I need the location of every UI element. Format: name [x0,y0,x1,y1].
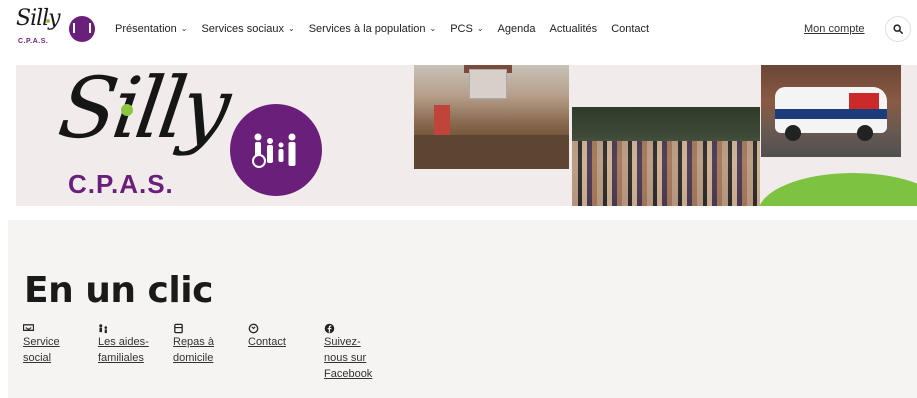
nav-item-label: PCS [450,23,473,35]
logo-subtitle: C.P.A.S. [18,38,49,45]
family-icon [99,324,108,334]
hero-banner: Silly C.P.A.S. [16,65,917,206]
nav-item-services-sociaux[interactable]: Services sociaux ⌄ [194,21,301,37]
nav-item-label: Agenda [497,23,536,35]
green-swoosh-decoration [758,173,917,206]
van-photo [761,65,901,157]
hero-subtitle: C.P.A.S. [68,169,174,199]
meal-icon [174,323,183,334]
logo-family-icon [69,16,95,42]
quick-link-service-social[interactable]: Service social [22,321,81,366]
group-photo [572,107,760,206]
search-button[interactable] [885,16,911,42]
nav-item-agenda[interactable]: Agenda [491,21,543,37]
chevron-down-icon: ⌄ [476,24,484,33]
phone-icon [248,323,259,334]
quick-link-label: Suivez-nous sur Facebook [324,336,373,380]
quick-link-repas-domicile[interactable]: Repas à domicile [173,321,231,366]
site-logo[interactable]: Silly C.P.A.S. [16,6,95,48]
quick-link-label: Contact [248,336,286,348]
quick-link-label: Repas à domicile [173,336,214,364]
logo-dot [46,19,50,23]
quick-links-section: En un clic Service social Les aides-fami… [8,220,917,398]
quick-link-label: Les aides-familiales [98,336,149,364]
nav-item-services-population[interactable]: Services à la population ⌄ [302,21,444,37]
nav-item-contact[interactable]: Contact [604,21,656,37]
handshake-icon [22,324,35,331]
site-header: Silly C.P.A.S. Présentation ⌄ Services s… [0,0,917,60]
quick-link-contact[interactable]: Contact [248,321,306,350]
nav-item-label: Présentation [115,23,177,35]
nav-item-presentation[interactable]: Présentation ⌄ [108,21,194,37]
nav-item-label: Services sociaux [201,23,285,35]
quick-link-label: Service social [23,336,60,364]
search-icon [893,24,903,34]
hero-wordmark: Silly [53,65,233,157]
main-nav: Présentation ⌄ Services sociaux ⌄ Servic… [108,21,656,37]
playground-photo [414,65,569,169]
quick-link-facebook[interactable]: Suivez-nous sur Facebook [324,321,382,382]
hero-logo: Silly C.P.A.S. [52,65,342,201]
chevron-down-icon: ⌄ [180,24,188,33]
quick-link-aides-familiales[interactable]: Les aides-familiales [98,321,156,366]
chevron-down-icon: ⌄ [288,24,295,33]
nav-item-label: Contact [611,23,650,35]
nav-item-label: Services à la population [308,23,426,35]
hero-green-dot [121,104,133,116]
family-icon [230,104,322,196]
nav-item-pcs[interactable]: PCS ⌄ [443,21,490,37]
facebook-icon [324,323,335,334]
logo-wordmark: Silly [16,6,61,31]
chevron-down-icon: ⌄ [429,24,437,33]
account-link[interactable]: Mon compte [804,21,865,37]
nav-item-label: Actualités [549,23,598,35]
nav-item-actualites[interactable]: Actualités [542,21,604,37]
section-title: En un clic [24,270,213,311]
